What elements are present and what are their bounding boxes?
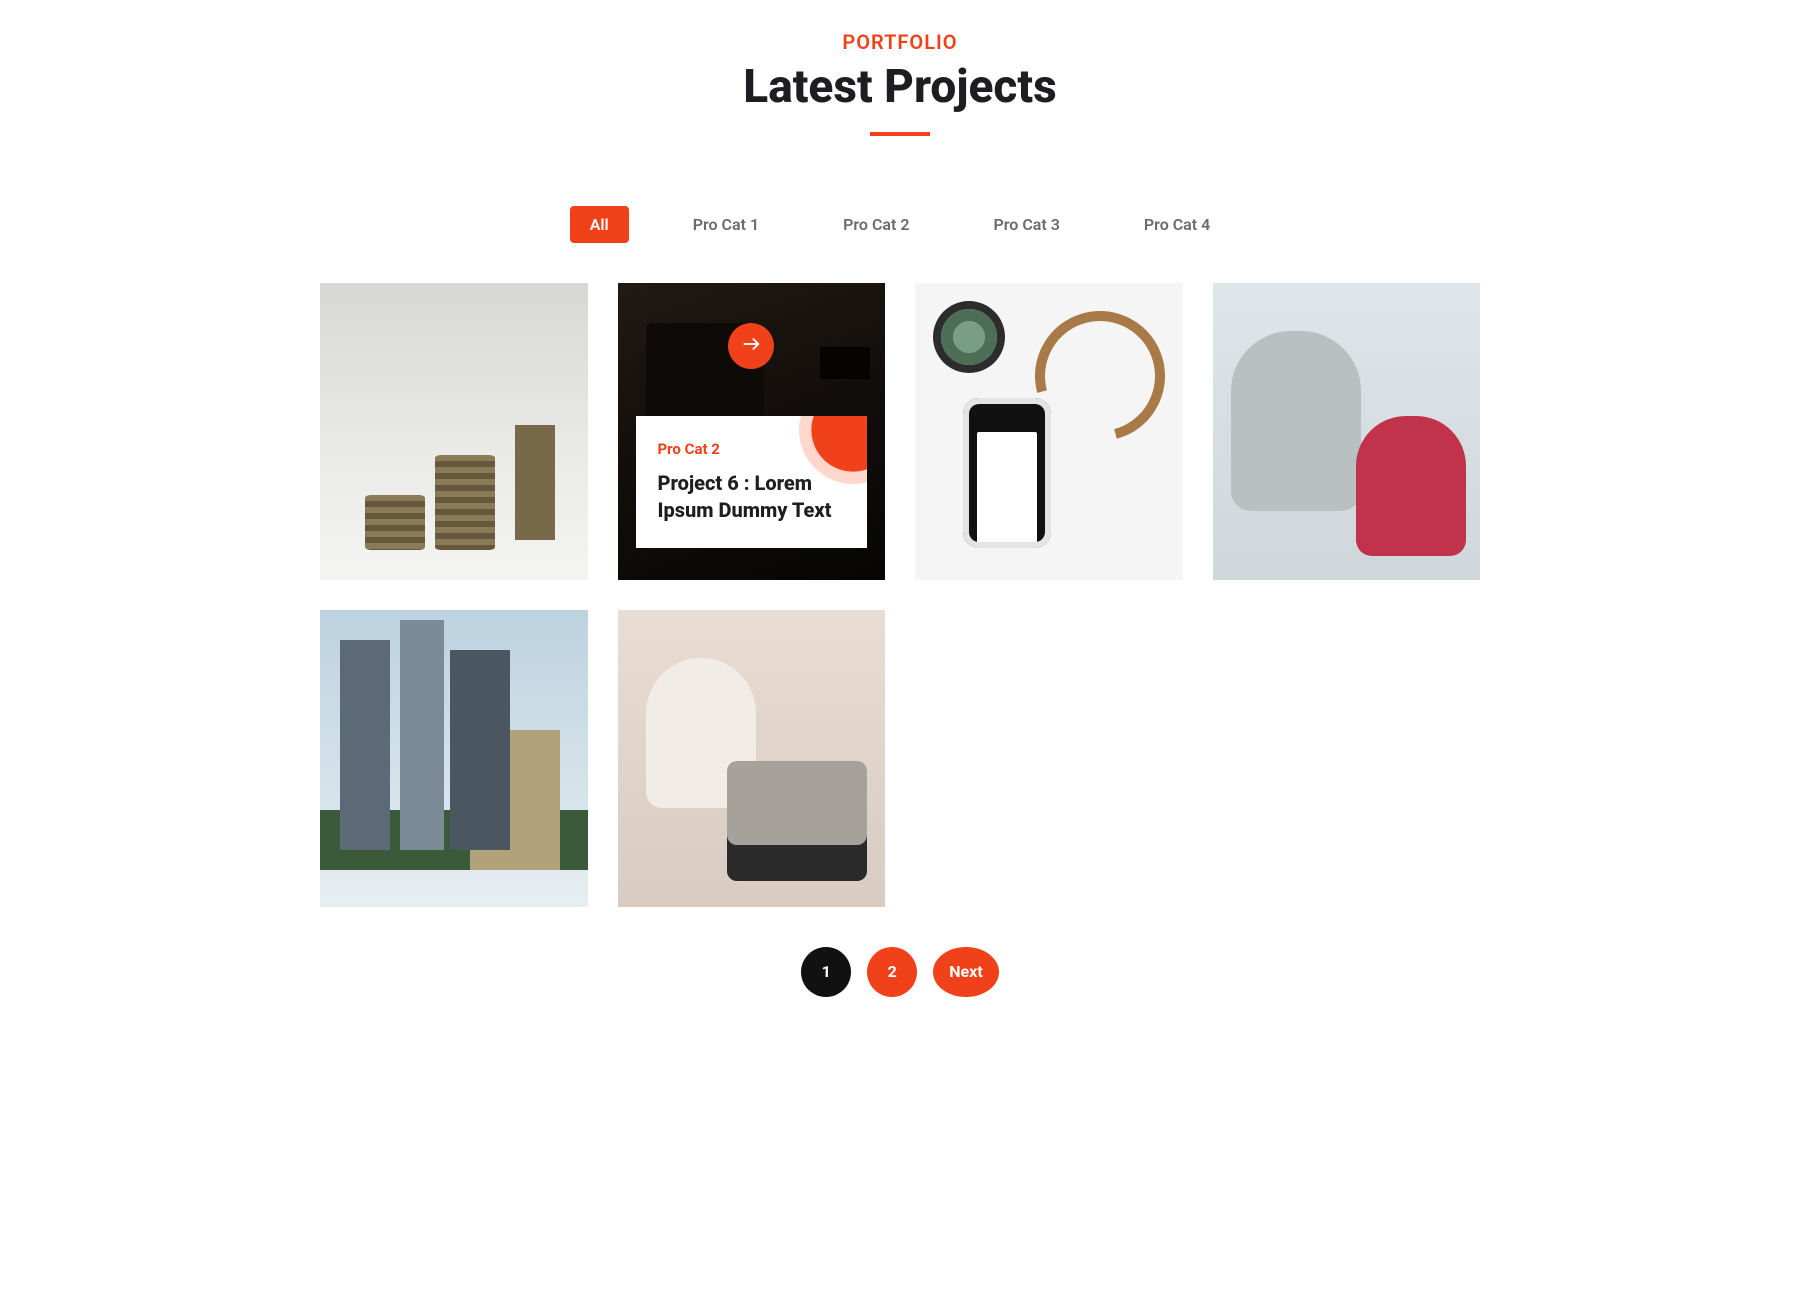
filter-tab-all[interactable]: All (570, 206, 629, 243)
portfolio-card[interactable] (1213, 283, 1481, 580)
section-title: Latest Projects (320, 60, 1480, 114)
section-eyebrow: PORTFOLIO (320, 30, 1480, 54)
portfolio-grid: Pro Cat 2 Project 6 : Lorem Ipsum Dummy … (320, 283, 1480, 907)
portfolio-card[interactable] (320, 283, 588, 580)
card-image (320, 283, 588, 580)
portfolio-card-active[interactable]: Pro Cat 2 Project 6 : Lorem Ipsum Dummy … (618, 283, 886, 580)
card-image (915, 283, 1183, 580)
arrow-right-icon (740, 333, 762, 359)
section-header: PORTFOLIO Latest Projects (320, 30, 1480, 136)
card-image (1213, 283, 1481, 580)
filter-tab-cat3[interactable]: Pro Cat 3 (974, 206, 1080, 243)
card-image (320, 610, 588, 907)
section-divider (870, 132, 930, 136)
card-title: Project 6 : Lorem Ipsum Dummy Text (658, 470, 846, 524)
filter-tab-cat2[interactable]: Pro Cat 2 (823, 206, 929, 243)
portfolio-card[interactable] (618, 610, 886, 907)
page-1-button[interactable]: 1 (801, 947, 851, 997)
filter-tab-cat1[interactable]: Pro Cat 1 (673, 206, 779, 243)
page-next-button[interactable]: Next (933, 947, 998, 997)
card-corner-decoration (811, 416, 867, 472)
portfolio-card[interactable] (320, 610, 588, 907)
filter-tabs: All Pro Cat 1 Pro Cat 2 Pro Cat 3 Pro Ca… (320, 206, 1480, 243)
pagination: 1 2 Next (320, 947, 1480, 997)
card-info-panel: Pro Cat 2 Project 6 : Lorem Ipsum Dummy … (636, 416, 868, 548)
page-2-button[interactable]: 2 (867, 947, 917, 997)
card-image (618, 610, 886, 907)
portfolio-card[interactable] (915, 283, 1183, 580)
card-open-button[interactable] (728, 323, 774, 369)
filter-tab-cat4[interactable]: Pro Cat 4 (1124, 206, 1230, 243)
